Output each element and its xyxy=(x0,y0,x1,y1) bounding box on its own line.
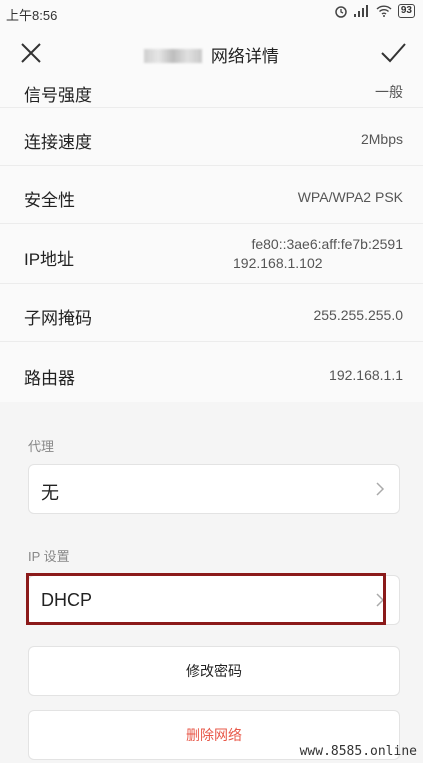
detail-label: 安全性 xyxy=(24,191,75,210)
ipv6-address: fe80::3ae6:aff:fe7b:2591 xyxy=(251,236,403,252)
chevron-right-icon xyxy=(376,482,385,496)
detail-value: fe80::3ae6:aff:fe7b:2591 192.168.1.102 xyxy=(233,235,403,273)
proxy-value: 无 xyxy=(41,483,59,503)
confirm-check-icon[interactable] xyxy=(379,40,407,66)
ip-settings-selector[interactable]: DHCP xyxy=(28,575,400,625)
detail-value: 一般 xyxy=(375,84,403,100)
wifi-icon xyxy=(376,5,392,17)
proxy-selector[interactable]: 无 xyxy=(28,464,400,514)
ip-settings-section-label: IP 设置 xyxy=(28,549,70,564)
detail-value: 2Mbps xyxy=(360,131,403,147)
status-bar: 上午8:56 93 xyxy=(0,0,423,26)
blurred-network-name xyxy=(144,49,203,63)
detail-label: 连接速度 xyxy=(24,133,92,152)
detail-row-subnet-mask: 子网掩码 255.255.255.0 xyxy=(0,284,423,342)
detail-label: 信号强度 xyxy=(24,86,92,105)
detail-label: 路由器 xyxy=(24,369,75,388)
proxy-section-label: 代理 xyxy=(28,439,55,454)
watermark: www.8585.online xyxy=(299,744,417,759)
detail-row-ip-address: IP地址 fe80::3ae6:aff:fe7b:2591 192.168.1.… xyxy=(0,224,423,284)
ip-settings-value: DHCP xyxy=(41,590,93,610)
detail-value: 255.255.255.0 xyxy=(313,307,403,323)
status-icons: 93 xyxy=(334,4,415,18)
detail-label: IP地址 xyxy=(24,250,75,269)
change-password-button[interactable]: 修改密码 xyxy=(28,646,400,696)
ipv4-address: 192.168.1.102 xyxy=(233,255,323,271)
chevron-right-icon xyxy=(376,593,385,607)
detail-row-link-speed: 连接速度 2Mbps xyxy=(0,108,423,166)
page-title: 网络详情 xyxy=(210,47,279,66)
detail-value: WPA/WPA2 PSK xyxy=(297,189,403,205)
detail-row-router: 路由器 192.168.1.1 xyxy=(0,342,423,400)
detail-row-security: 安全性 WPA/WPA2 PSK xyxy=(0,166,423,224)
alarm-icon xyxy=(335,6,347,18)
signal-icon xyxy=(353,5,368,17)
detail-value: 192.168.1.1 xyxy=(329,367,403,383)
status-time: 上午8:56 xyxy=(6,8,58,23)
network-details-list: 信号强度 一般 连接速度 2Mbps 安全性 WPA/WPA2 PSK IP地址… xyxy=(0,80,423,402)
battery-icon: 93 xyxy=(397,4,415,18)
detail-row-signal-strength: 信号强度 一般 xyxy=(0,80,423,108)
page-title-wrap: 网络详情 xyxy=(0,42,423,67)
title-bar: 网络详情 xyxy=(0,26,423,80)
detail-label: 子网掩码 xyxy=(24,309,92,328)
